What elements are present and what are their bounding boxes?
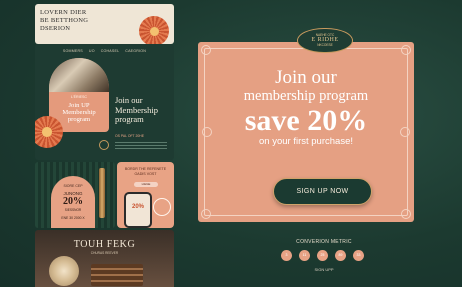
- dessert-photo: [91, 264, 143, 286]
- product-card[interactable]: TOUH FEKG CHURAS REEVER: [35, 230, 174, 287]
- hero-nav-item[interactable]: COHASEL: [101, 49, 120, 57]
- brand-badge: NAEHE OTC E RIDHE NKCOESE: [297, 28, 353, 53]
- corner-ornament: [401, 45, 411, 55]
- product-card-subtitle: CHURAS REEVER: [90, 251, 119, 255]
- promo-line-1: Join our: [275, 67, 337, 88]
- metric-dot[interactable]: 3: [281, 250, 292, 261]
- brand-card[interactable]: LOVERN DIER BE BETTHONG DSERION: [35, 4, 174, 44]
- rose-photo: [49, 256, 79, 286]
- metric-dot[interactable]: 11: [299, 250, 310, 261]
- metric-sign-up-label: SIGN UPP: [314, 267, 334, 272]
- phone-discount: 20%: [131, 204, 144, 210]
- discount-date: ENE 30 2000 X: [61, 216, 85, 220]
- conversion-metric-label: CONVERION METRIC: [296, 239, 352, 245]
- phone-screen: 20%: [126, 194, 150, 226]
- hero-nav-item[interactable]: SOMMERS: [63, 49, 83, 57]
- promo-subtext: on your first purchase!: [259, 136, 353, 147]
- template-gallery: LOVERN DIER BE BETTHONG DSERION SOMMERS …: [35, 4, 174, 287]
- discount-card[interactable]: SIORE CEP JUNONG 20% SIESSNOR ENE 30 200…: [35, 162, 115, 228]
- flower-illustration: [35, 116, 63, 148]
- hero-nav-item[interactable]: CAEGRION: [125, 49, 146, 57]
- badge-bottom-text: NKCOESE: [317, 43, 333, 47]
- decor-circle: [153, 198, 171, 216]
- discount-arch: SIORE CEP JUNONG 20% SIESSNOR ENE 30 200…: [51, 176, 95, 228]
- membership-promo-banner: Join our membership program save 20% on …: [198, 42, 414, 222]
- corner-ornament: [401, 209, 411, 219]
- hero-body-lines: [115, 142, 167, 151]
- promo-discount: save 20%: [244, 104, 368, 137]
- promo-line-2: membership program: [243, 88, 369, 104]
- emblem-icon: [99, 140, 109, 150]
- flower-illustration: [139, 16, 169, 44]
- hero-photo: [49, 58, 109, 92]
- hero-headline: Join our Membership program: [115, 95, 158, 124]
- phone-mockup: 20%: [124, 192, 152, 228]
- bottle-illustration: [99, 168, 105, 218]
- app-promo-button[interactable]: LIEGE: [134, 182, 158, 187]
- promo-headline: Join our membership program save 20% on …: [198, 67, 414, 148]
- hero-nav: SOMMERS UO COHASEL CAEGRION: [35, 49, 174, 57]
- metric-dots: 3 11 25 89 33: [281, 250, 364, 261]
- corner-ornament: [201, 45, 211, 55]
- brand-card-title: LOVERN DIER BE BETTHONG DSERION: [40, 9, 89, 32]
- app-promo-text: BORDR THE REFENETE OADIS VOST: [124, 167, 167, 176]
- app-promo-card[interactable]: BORDR THE REFENETE OADIS VOST LIEGE 20%: [117, 162, 174, 228]
- discount-kicker: SIORE CEP: [63, 184, 83, 188]
- hero-arch-text: Join UP Membership program: [62, 102, 96, 123]
- corner-ornament: [201, 209, 211, 219]
- hero-nav-item[interactable]: UO: [89, 49, 95, 57]
- metric-dot[interactable]: 33: [353, 250, 364, 261]
- product-card-title: TOUH FEKG: [73, 239, 136, 250]
- discount-percent: 20%: [63, 196, 83, 207]
- sign-up-now-button[interactable]: SIGN UP NOW: [273, 178, 372, 205]
- hero-offer-text: OS PAL OFT 20HE: [115, 134, 144, 138]
- hero-arch-kicker: L'ÉRIESC: [70, 95, 88, 99]
- membership-hero-card[interactable]: SOMMERS UO COHASEL CAEGRION L'ÉRIESC Joi…: [35, 44, 174, 160]
- discount-note: SIESSNOR: [64, 208, 82, 212]
- metric-dot[interactable]: 25: [317, 250, 328, 261]
- metric-dot[interactable]: 89: [335, 250, 346, 261]
